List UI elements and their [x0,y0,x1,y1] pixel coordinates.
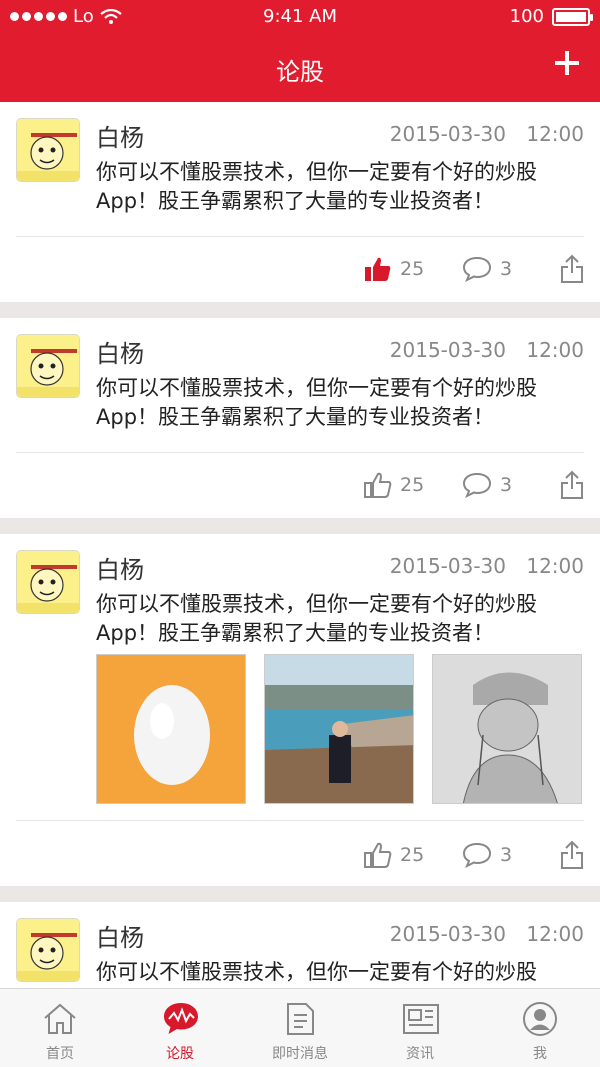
tab-label: 论股 [166,1046,194,1062]
share-icon[interactable] [560,470,584,500]
post-actions: 25 3 [0,250,600,290]
post-card[interactable]: 白杨 2015-03-30 12:00 你可以不懂股票技术，但你一定要有个好的炒… [0,318,600,518]
tab-bar: 首页 论股 即时消息 资讯 我 [0,988,600,1067]
thumbs-up-icon [364,472,392,498]
post-card[interactable]: 白杨 2015-03-30 12:00 你可以不懂股票技术，但你一定要有个好的炒… [0,902,600,988]
comment-icon [462,472,492,498]
post-date: 2015-03-30 [389,922,506,946]
comment-button[interactable]: 3 [462,256,512,282]
share-icon[interactable] [560,254,584,284]
home-icon [44,1003,76,1034]
post-card[interactable]: 白杨 2015-03-30 12:00 你可以不懂股票技术，但你一定要有个好的炒… [0,534,600,886]
username[interactable]: 白杨 [96,918,144,953]
post-text[interactable]: 你可以不懂股票技术，但你一定要有个好的炒股 [96,958,586,987]
post-date: 2015-03-30 [389,338,506,362]
post-text[interactable]: 你可以不懂股票技术，但你一定要有个好的炒股App！股王争霸累积了大量的专业投资者… [96,374,586,432]
tab-profile[interactable]: 我 [480,989,600,1067]
comment-button[interactable]: 3 [462,842,512,868]
like-count: 25 [400,474,425,496]
divider [16,452,584,453]
avatar[interactable] [16,550,80,614]
username[interactable]: 白杨 [96,118,144,153]
thumbs-up-icon [364,842,392,868]
tab-home[interactable]: 首页 [0,989,120,1067]
tab-label: 资讯 [406,1046,434,1062]
page-title: 论股 [276,58,324,86]
battery-icon [552,7,593,26]
profile-icon [523,1002,557,1036]
tab-news[interactable]: 资讯 [360,989,480,1067]
news-icon [403,1004,439,1034]
battery-status: 100 [509,6,593,27]
post-feed[interactable]: 白杨 2015-03-30 12:00 你可以不懂股票技术，但你一定要有个好的炒… [0,102,600,988]
post-time: 12:00 [526,922,584,946]
post-date: 2015-03-30 [389,122,506,146]
discuss-icon [164,1003,198,1034]
divider [16,820,584,821]
post-text[interactable]: 你可以不懂股票技术，但你一定要有个好的炒股App！股王争霸累积了大量的专业投资者… [96,158,586,216]
comment-icon [462,842,492,868]
like-button[interactable]: 25 [364,472,424,498]
post-time: 12:00 [526,338,584,362]
coast-photo[interactable] [264,654,414,804]
post-text[interactable]: 你可以不懂股票技术，但你一定要有个好的炒股App！股王争霸累积了大量的专业投资者… [96,590,586,648]
thumbs-up-filled-icon [365,257,391,281]
share-icon[interactable] [560,840,584,870]
like-count: 25 [400,844,425,866]
tab-messages[interactable]: 即时消息 [240,989,360,1067]
tab-discuss[interactable]: 论股 [120,989,240,1067]
message-icon [287,1003,314,1035]
username[interactable]: 白杨 [96,550,144,585]
comment-button[interactable]: 3 [462,472,512,498]
comment-count: 3 [500,474,513,496]
comment-icon [462,256,492,282]
post-actions: 25 3 [0,836,600,876]
like-button[interactable]: 25 [364,842,424,868]
avatar[interactable] [16,334,80,398]
add-post-icon[interactable] [552,48,582,78]
username[interactable]: 白杨 [96,334,144,369]
egg-photo[interactable] [96,654,246,804]
post-actions: 25 3 [0,466,600,506]
tab-label: 即时消息 [272,1046,328,1062]
tab-label: 首页 [46,1046,74,1062]
status-bar: Lo 9:41 AM 100 [0,0,600,34]
photo-gallery [96,654,582,804]
post-time: 12:00 [526,122,584,146]
post-time: 12:00 [526,554,584,578]
post-date: 2015-03-30 [389,554,506,578]
post-card[interactable]: 白杨 2015-03-30 12:00 你可以不懂股票技术，但你一定要有个好的炒… [0,102,600,302]
avatar[interactable] [16,118,80,182]
sketch-photo[interactable] [432,654,582,804]
like-button[interactable]: 25 [364,256,424,282]
avatar[interactable] [16,918,80,982]
like-count: 25 [400,258,425,280]
comment-count: 3 [500,844,513,866]
comment-count: 3 [500,258,513,280]
divider [16,236,584,237]
battery-percent: 100 [509,6,544,27]
navigation-bar: 论股 [0,34,600,102]
tab-label: 我 [533,1046,547,1062]
